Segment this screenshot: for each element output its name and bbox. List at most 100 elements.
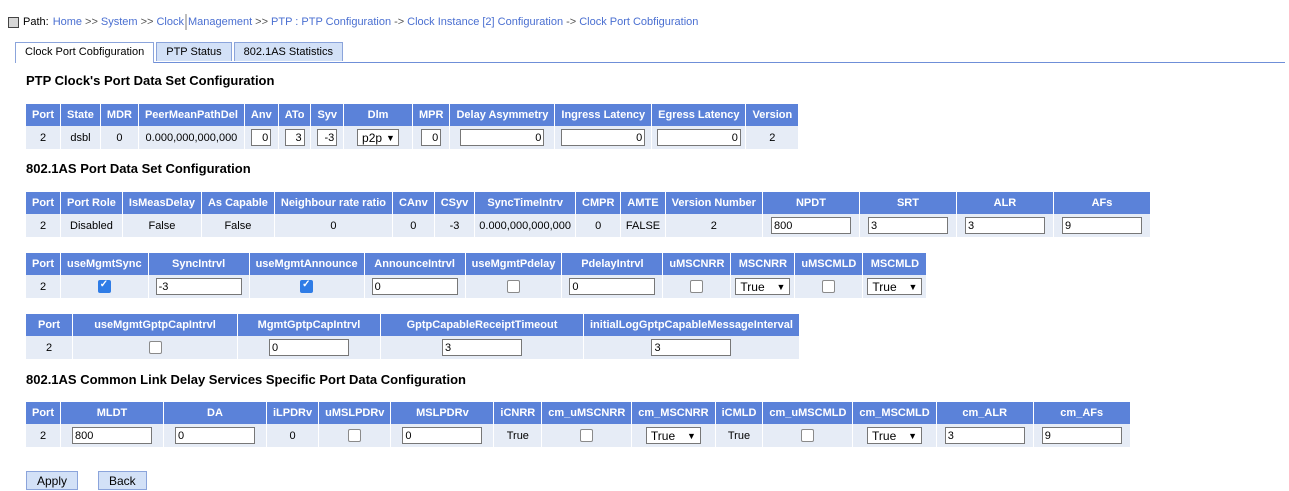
common-link-delay-table: Port MLDT DA iLPDRv uMSLPDRv MSLPDRv iCN… [26,402,1131,447]
egress-latency-input[interactable] [656,129,741,146]
use-mgmt-gptp-cap-intrvl-checkbox[interactable] [148,341,162,354]
dlm-select-value: p2p [362,130,383,145]
cm-alr-input[interactable] [944,427,1025,444]
amte-cell: FALSE [620,214,666,237]
col-header: Syv [310,104,345,126]
col-header: MgmtGptpCapIntrvl [237,314,381,336]
umscnrr-checkbox[interactable] [690,280,704,293]
ingress-latency-input[interactable] [561,129,646,146]
col-header: uMSLPDRv [318,402,392,424]
port-cell: 2 [26,424,61,447]
crumb-system[interactable]: System [101,16,138,28]
cm-afs-input[interactable] [1041,427,1122,444]
umscmld-checkbox[interactable] [822,280,836,293]
pdelay-intrvl-input[interactable] [569,278,656,295]
mslpdrv-input[interactable] [402,427,483,444]
col-header: cm_MSCMLD [852,402,937,424]
col-header: SyncIntrvl [148,253,250,275]
cm-mscmld-select-value: True [872,428,897,443]
apply-button[interactable]: Apply [26,471,79,490]
col-header: Port [26,192,61,214]
col-header: PeerMeanPathDel [138,104,245,126]
ato-input[interactable] [284,129,305,146]
col-header: cm_AFs [1033,402,1131,424]
path-label: Path: [23,16,49,28]
crumb-clock-instance[interactable]: Clock Instance [2] Configuration [407,16,563,28]
mscmld-select[interactable]: True ▼ [867,278,923,295]
chevron-down-icon: ▼ [686,430,696,441]
umslpdrv-checkbox[interactable] [348,429,362,442]
cm-mscmld-select[interactable]: True ▼ [867,427,923,444]
as-gptp-cap-table: Port useMgmtGptpCapIntrvl MgmtGptpCapInt… [26,314,800,359]
col-header: AnnounceIntrvl [364,253,466,275]
col-header: Delay Asymmetry [449,104,556,126]
da-input[interactable] [175,427,255,444]
col-header: Port [26,314,73,336]
cm-mscnrr-select[interactable]: True ▼ [645,427,701,444]
neighbour-rate-ratio-cell: 0 [274,214,394,237]
col-header: Anv [244,104,279,126]
col-header: MSCNRR [730,253,796,275]
col-header: IsMeasDelay [122,192,202,214]
alr-input[interactable] [964,217,1045,234]
use-mgmt-sync-checkbox[interactable] [97,279,111,293]
crumb-sep: >> [85,16,98,28]
col-header: GptpCapableReceiptTimeout [380,314,584,336]
delay-asymmetry-input[interactable] [460,129,545,146]
col-header: SyncTimeIntrv [474,192,577,214]
mscnrr-select-value: True [740,279,765,294]
npdt-input[interactable] [770,217,851,234]
mpr-input[interactable] [421,129,442,146]
icnrr-cell: True [493,424,543,447]
crumb-management[interactable]: Management [188,16,252,28]
tab-clock-port-configuration[interactable]: Clock Port Cobfiguration [15,42,155,63]
col-header: iCMLD [715,402,764,424]
col-header: CAnv [392,192,435,214]
syv-input[interactable] [317,129,338,146]
breadcrumb: Path: Home >> System >> Clock Management … [8,14,698,30]
mgmt-gptp-cap-intrvl-input[interactable] [269,339,349,356]
col-header: initialLogGptpCapableMessageInterval [583,314,800,336]
ilpdrv-cell: 0 [266,424,320,447]
dlm-select[interactable]: p2p ▼ [357,129,400,146]
col-header: Dlm [343,104,414,126]
use-mgmt-announce-checkbox[interactable] [300,279,314,293]
table-row: 2 0 True True ▼ True True ▼ [26,424,1131,447]
col-header: SRT [859,192,957,214]
col-header: ALR [956,192,1054,214]
crumb-clock-port-configuration[interactable]: Clock Port Cobfiguration [579,16,698,28]
canv-cell: 0 [392,214,435,237]
crumb-clock[interactable]: Clock [156,16,184,28]
cm-umscnrr-checkbox[interactable] [580,429,594,442]
crumb-home[interactable]: Home [53,16,82,28]
tab-8021as-statistics[interactable]: 802.1AS Statistics [233,42,343,61]
anv-input[interactable] [251,129,272,146]
text-cursor-icon [184,14,187,30]
port-cell: 2 [26,126,61,149]
col-header: NPDT [762,192,860,214]
back-button[interactable]: Back [98,471,147,490]
crumb-sep: -> [566,16,577,28]
crumb-sep: >> [255,16,269,28]
mldt-input[interactable] [72,427,152,444]
afs-input[interactable] [1061,217,1142,234]
srt-input[interactable] [867,217,948,234]
col-header: uMSCMLD [794,253,864,275]
as-port-data-table: Port Port Role IsMeasDelay As Capable Ne… [26,192,1151,237]
is-meas-delay-cell: False [122,214,202,237]
announce-intrvl-input[interactable] [371,278,458,295]
mscnrr-select[interactable]: True ▼ [735,278,791,295]
use-mgmt-pdelay-checkbox[interactable] [507,280,521,293]
col-header: cm_uMSCNRR [541,402,633,424]
sync-intrvl-input[interactable] [155,278,242,295]
col-header: uMSCNRR [662,253,732,275]
gptp-capable-receipt-timeout-input[interactable] [442,339,522,356]
port-cell: 2 [26,275,61,298]
col-header: iCNRR [493,402,543,424]
initial-log-gptp-capable-message-interval-input[interactable] [651,339,732,356]
chevron-down-icon: ▼ [908,281,918,292]
cm-umscmld-checkbox[interactable] [801,429,815,442]
crumb-ptp-configuration[interactable]: PTP : PTP Configuration [271,16,391,28]
tab-ptp-status[interactable]: PTP Status [156,42,232,61]
section-title-port-data-set: PTP Clock's Port Data Set Configuration [26,73,275,88]
